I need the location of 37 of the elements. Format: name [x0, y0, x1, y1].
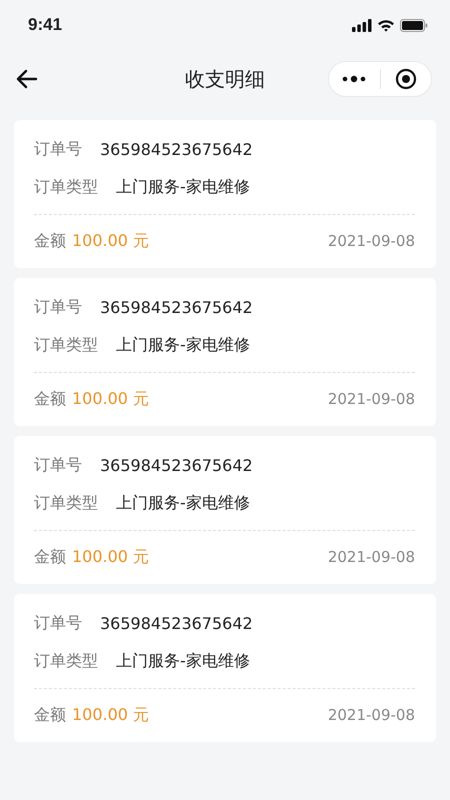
amount-label: 金额: [34, 230, 66, 252]
record-date: 2021-09-08: [328, 548, 415, 566]
order-type-label: 订单类型: [34, 650, 98, 672]
signal-icon: [352, 18, 372, 32]
order-type: 上门服务-家电维修: [116, 492, 250, 514]
record-date: 2021-09-08: [328, 390, 415, 408]
order-number-label: 订单号: [34, 296, 82, 318]
order-type: 上门服务-家电维修: [116, 650, 250, 672]
amount-label: 金额: [34, 388, 66, 410]
order-number: 365984523675642: [100, 140, 253, 158]
amount-label: 金额: [34, 704, 66, 726]
battery-icon: [400, 18, 428, 32]
amount-label: 金额: [34, 546, 66, 568]
order-number-label: 订单号: [34, 138, 82, 160]
record-date: 2021-09-08: [328, 706, 415, 724]
order-number: 365984523675642: [100, 614, 253, 632]
page-title: 收支明细: [185, 66, 265, 92]
order-number-label: 订单号: [34, 454, 82, 476]
order-number-label: 订单号: [34, 612, 82, 634]
target-icon: [394, 68, 417, 90]
order-type: 上门服务-家电维修: [116, 334, 250, 356]
order-number: 365984523675642: [100, 298, 253, 316]
more-icon: [342, 75, 366, 83]
record-date: 2021-09-08: [328, 232, 415, 250]
amount-value: 100.00 元: [72, 388, 150, 410]
status-time: 9:41: [28, 15, 62, 35]
amount-value: 100.00 元: [72, 546, 150, 568]
order-type: 上门服务-家电维修: [116, 176, 250, 198]
order-type-label: 订单类型: [34, 334, 98, 356]
back-arrow-icon: [16, 69, 38, 89]
order-type-label: 订单类型: [34, 176, 98, 198]
order-type-label: 订单类型: [34, 492, 98, 514]
order-number: 365984523675642: [100, 456, 253, 474]
wifi-icon: [377, 18, 395, 32]
back-button[interactable]: [16, 69, 38, 89]
amount-value: 100.00 元: [72, 230, 150, 252]
amount-value: 100.00 元: [72, 704, 150, 726]
